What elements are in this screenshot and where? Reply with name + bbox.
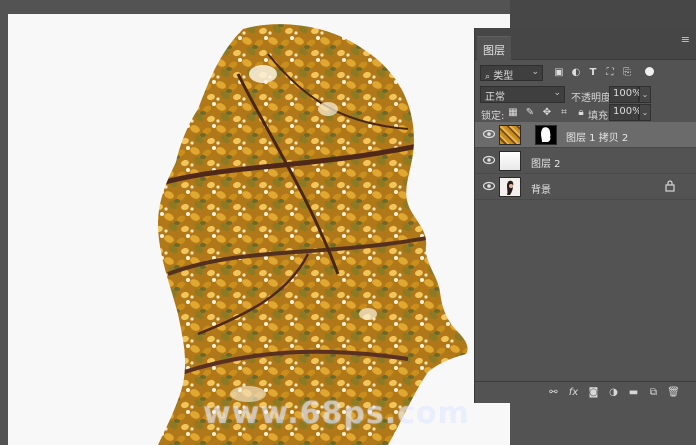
delete-layer-icon[interactable]: 🗑︎ — [667, 386, 680, 399]
visibility-eye-icon[interactable] — [483, 129, 495, 139]
chevron-down-icon: ⌄ — [531, 67, 539, 77]
layer-thumbnail — [499, 177, 521, 197]
panel-footer: ⚯ fx ◙ ◑ ▬ ⧉ 🗑︎ — [475, 381, 696, 403]
layer-kind-filter[interactable]: ⌕ 类型 ⌄ — [480, 65, 543, 82]
add-mask-icon[interactable]: ◙ — [587, 386, 600, 399]
lock-brush-icon[interactable]: ✎ — [524, 107, 536, 119]
lock-move-icon[interactable]: ✥ — [541, 107, 553, 119]
search-icon: ⌕ — [485, 72, 491, 82]
filter-toggle[interactable] — [645, 67, 654, 76]
layer-name[interactable]: 背景 — [531, 181, 551, 196]
document-canvas[interactable]: www.68ps.com — [8, 14, 510, 445]
lock-transparent-icon[interactable]: ▦ — [507, 107, 519, 119]
layer-separator — [475, 199, 696, 200]
visibility-eye-icon[interactable] — [483, 181, 495, 191]
layer-mask-thumbnail[interactable] — [535, 125, 557, 145]
shape-filter-icon[interactable]: ⛶ — [604, 67, 616, 79]
chevron-down-icon: ⌄ — [553, 88, 561, 98]
text-filter-icon[interactable]: T — [587, 67, 599, 79]
opacity-chevron-icon[interactable]: ⌄ — [639, 86, 651, 103]
new-adjustment-icon[interactable]: ◑ — [607, 386, 620, 399]
blend-mode-select[interactable]: 正常 ⌄ — [480, 86, 565, 103]
photoshop-window: www.68ps.com ◂◂ × 图层 ≡ ⌕ 类型 ⌄ ▣ ◐ T ⛶ ⎘ — [0, 0, 696, 445]
lock-row: 锁定: ▦ ✎ ✥ ⌗ 🔒︎ 填充: 100% ⌄ — [475, 102, 696, 124]
lock-label: 锁定: — [481, 111, 505, 122]
panel-dock-strip — [510, 0, 696, 28]
fill-chevron-icon[interactable]: ⌄ — [639, 104, 651, 121]
layer-name[interactable]: 图层 2 — [531, 155, 561, 170]
fx-icon[interactable]: fx — [567, 386, 580, 399]
layer-thumbnail — [499, 151, 521, 171]
layer-row-layer2[interactable]: 图层 2 — [475, 148, 696, 174]
kind-label: 类型 — [493, 71, 514, 82]
adjustment-filter-icon[interactable]: ◐ — [570, 67, 582, 79]
fill-label: 填充: — [588, 111, 612, 122]
double-exposure-artwork — [8, 14, 510, 445]
dock-empty-area — [510, 403, 696, 445]
lock-icon — [665, 180, 675, 192]
lock-artboard-icon[interactable]: ⌗ — [558, 107, 570, 119]
layers-panel: 图层 ≡ ⌕ 类型 ⌄ ▣ ◐ T ⛶ ⎘ 正常 ⌄ 不透明度: 100% ⌄ — [474, 28, 696, 403]
panel-menu-icon[interactable]: ≡ — [681, 34, 690, 45]
lock-all-icon[interactable]: 🔒︎ — [575, 107, 587, 119]
layer-row-background[interactable]: 背景 — [475, 174, 696, 200]
watermark-text: www.68ps.com — [203, 396, 470, 431]
smart-object-filter-icon[interactable]: ⎘ — [621, 67, 633, 79]
layer-name[interactable]: 图层 1 拷贝 2 — [566, 129, 628, 144]
layer-thumbnail — [499, 125, 521, 145]
image-filter-icon[interactable]: ▣ — [553, 67, 565, 79]
panel-header: 图层 ≡ — [475, 28, 696, 60]
opacity-input[interactable]: 100% — [609, 86, 642, 103]
tab-layers[interactable]: 图层 — [477, 36, 511, 60]
new-group-icon[interactable]: ▬ — [627, 386, 640, 399]
visibility-eye-icon[interactable] — [483, 155, 495, 165]
link-layers-icon[interactable]: ⚯ — [547, 386, 560, 399]
layers-list: 图层 1 拷贝 2 图层 2 背景 — [475, 122, 696, 200]
filter-row: ⌕ 类型 ⌄ ▣ ◐ T ⛶ ⎘ — [475, 62, 696, 84]
fill-input[interactable]: 100% — [609, 104, 642, 121]
new-layer-icon[interactable]: ⧉ — [647, 386, 660, 399]
layer-row-copy[interactable]: 图层 1 拷贝 2 — [475, 122, 696, 148]
